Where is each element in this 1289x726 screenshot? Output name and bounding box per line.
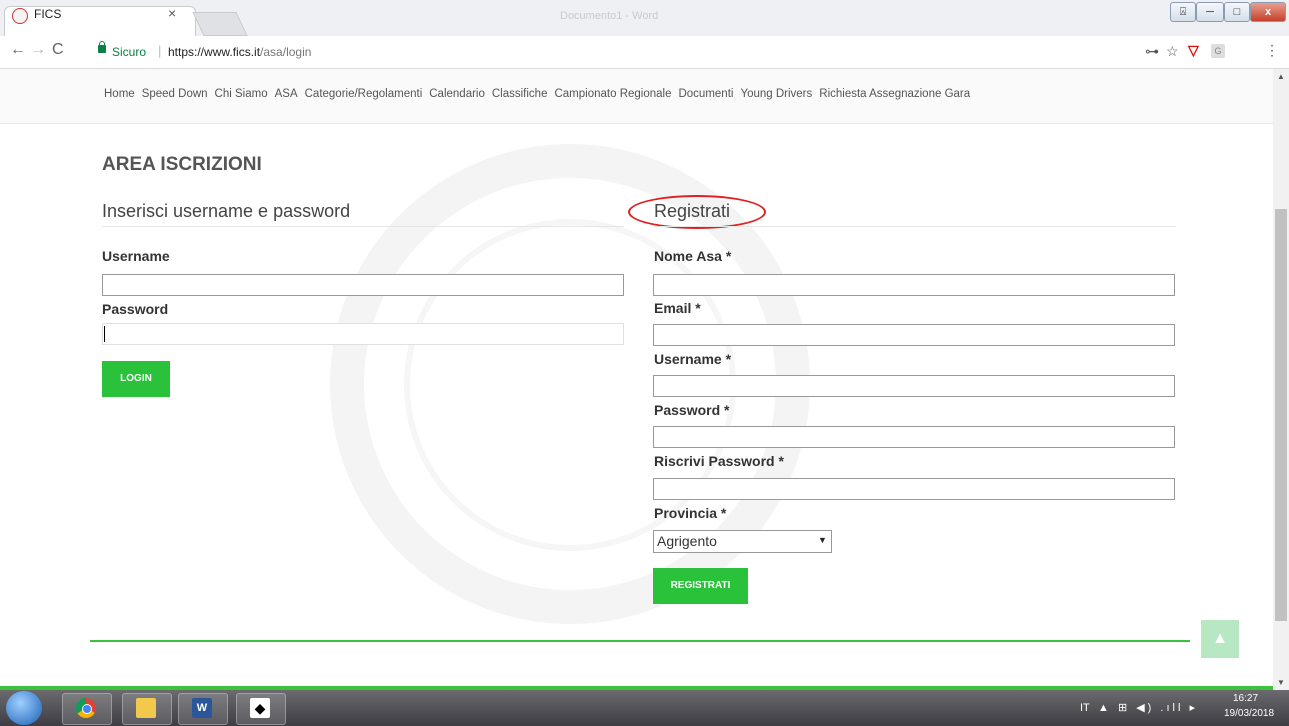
register-repeat-password-label: Riscrivi Password * <box>654 453 784 469</box>
minimize-button[interactable]: ─ <box>1196 2 1224 22</box>
login-divider <box>102 226 624 227</box>
word-icon: W <box>192 698 212 718</box>
close-window-button[interactable]: x <box>1250 2 1286 22</box>
page-content: Home Speed Down Chi Siamo ASA Categorie/Rego… <box>0 69 1273 686</box>
login-password-label: Password <box>102 301 169 317</box>
menu-item-documenti[interactable]: Documenti <box>678 88 733 100</box>
bookmark-star-icon[interactable]: ☆ <box>1166 43 1179 60</box>
forward-button[interactable]: → <box>30 41 46 59</box>
page-title: AREA ISCRIZIONI <box>102 154 262 175</box>
register-email-input[interactable] <box>653 324 1175 346</box>
menu-item-classifiche[interactable]: Classifiche <box>492 88 548 100</box>
menu-item-home[interactable]: Home <box>104 88 135 100</box>
system-tray-icons[interactable]: ▲ ⊞ ◀) .ıll ▸ <box>1098 701 1198 714</box>
menu-item-young-drivers[interactable]: Young Drivers <box>740 88 812 100</box>
profile-button[interactable]: ⍓ <box>1170 2 1196 22</box>
register-username-input[interactable] <box>653 375 1175 397</box>
login-password-input[interactable] <box>102 323 624 345</box>
register-button[interactable]: REGISTRATI <box>653 568 748 604</box>
back-button[interactable]: ← <box>10 41 26 59</box>
menu-item-chi-siamo[interactable]: Chi Siamo <box>215 88 268 100</box>
adblock-shield-icon[interactable]: ▽ <box>1188 42 1199 59</box>
register-repeat-password-input[interactable] <box>653 478 1175 500</box>
footer-divider <box>90 640 1190 642</box>
site-favicon-icon <box>12 8 28 24</box>
menu-item-categorie[interactable]: Categorie/Regolamenti <box>305 88 423 100</box>
register-nome-input[interactable] <box>653 274 1175 296</box>
start-button[interactable] <box>6 691 42 725</box>
browser-menu-icon[interactable]: ⋮ <box>1265 42 1279 59</box>
register-provincia-label: Provincia * <box>654 505 727 521</box>
lock-icon[interactable] <box>98 45 106 53</box>
background-window-title: Documento1 - Word <box>560 10 659 22</box>
site-menu: Home Speed Down Chi Siamo ASA Categorie/Rego… <box>104 88 977 100</box>
reload-button[interactable]: C <box>52 41 64 59</box>
chrome-icon-center <box>82 704 92 714</box>
menu-item-asa[interactable]: ASA <box>275 88 298 100</box>
provincia-select[interactable]: Agrigento <box>653 530 832 553</box>
menu-item-campionato[interactable]: Campionato Regionale <box>554 88 671 100</box>
menu-item-calendario[interactable]: Calendario <box>429 88 485 100</box>
tab-title: FICS <box>34 7 62 21</box>
chevron-down-icon[interactable]: ▼ <box>818 535 827 545</box>
key-icon[interactable]: ⊶ <box>1145 43 1159 60</box>
url-separator: | <box>158 43 162 58</box>
highlight-circle <box>628 195 766 229</box>
url-text[interactable]: https://www.fics.it/asa/login <box>168 45 311 59</box>
url-path: /asa/login <box>260 45 312 59</box>
language-indicator[interactable]: IT <box>1080 702 1090 714</box>
clock-time[interactable]: 16:27 <box>1233 693 1258 704</box>
url-prefix: https:// <box>168 45 205 59</box>
login-username-label: Username <box>102 248 170 264</box>
clock-date[interactable]: 19/03/2018 <box>1224 708 1274 719</box>
text-caret <box>104 326 105 342</box>
back-to-top-button[interactable]: ▲ <box>1201 620 1239 658</box>
extension-icon[interactable]: G <box>1211 44 1225 58</box>
login-username-input[interactable] <box>102 274 624 296</box>
menu-item-richiesta[interactable]: Richiesta Assegnazione Gara <box>819 88 970 100</box>
register-password-label: Password * <box>654 402 730 418</box>
register-divider <box>654 226 1176 227</box>
folder-icon <box>136 698 156 718</box>
login-button[interactable]: LOGIN <box>102 361 170 397</box>
maximize-button[interactable]: □ <box>1224 2 1250 22</box>
login-heading: Inserisci username e password <box>102 201 351 221</box>
register-username-label: Username * <box>654 351 732 367</box>
register-password-input[interactable] <box>653 426 1175 448</box>
register-email-label: Email * <box>654 300 701 316</box>
scroll-up-icon[interactable]: ▲ <box>1277 72 1285 81</box>
tab-close-icon[interactable]: × <box>168 5 176 21</box>
register-nome-label: Nome Asa * <box>654 248 732 264</box>
menu-item-speed-down[interactable]: Speed Down <box>142 88 208 100</box>
url-host: www.fics.it <box>204 45 261 59</box>
scrollbar-thumb[interactable] <box>1275 209 1287 621</box>
secure-label[interactable]: Sicuro <box>112 45 146 59</box>
scroll-down-icon[interactable]: ▼ <box>1277 678 1285 687</box>
inkscape-icon: ◆ <box>250 698 270 718</box>
